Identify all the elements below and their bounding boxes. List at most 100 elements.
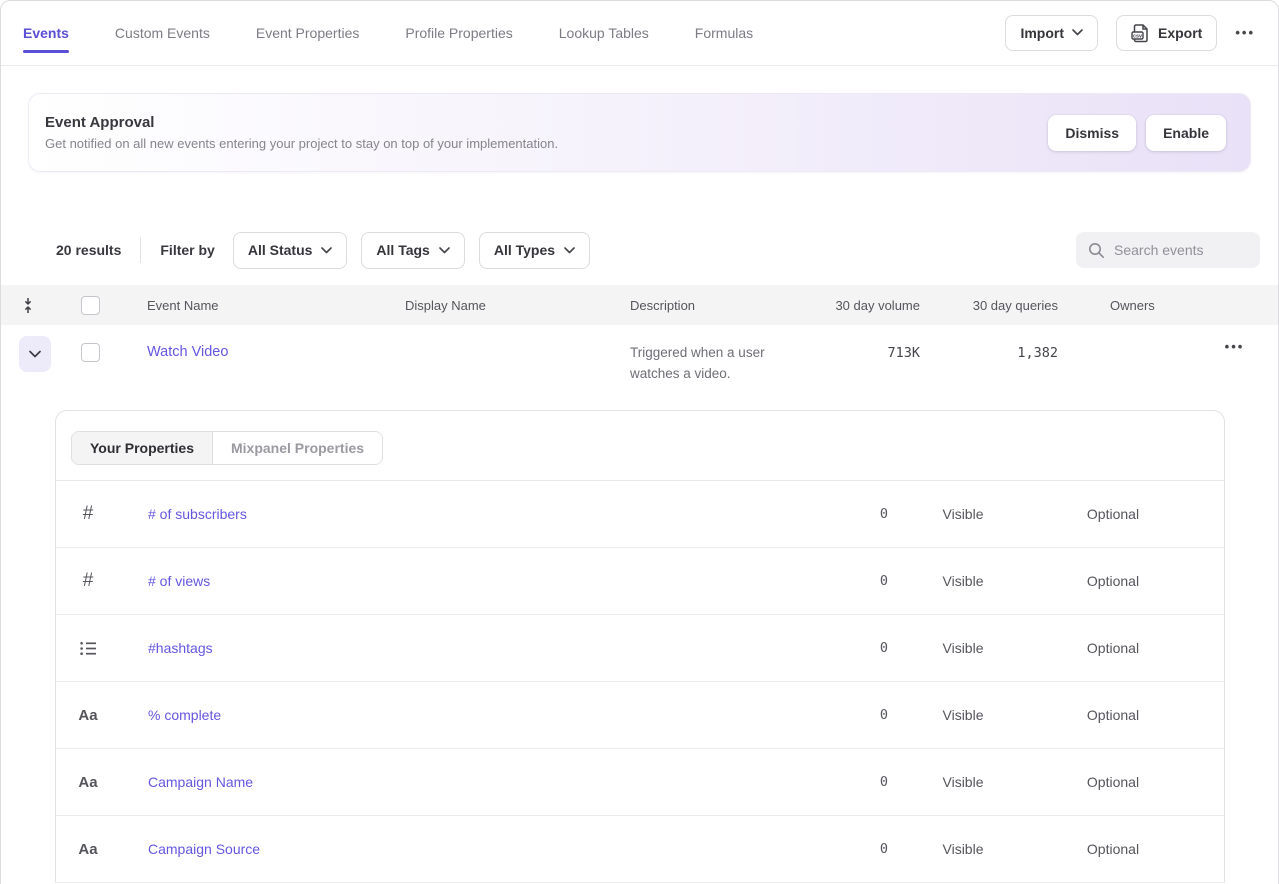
import-button[interactable]: Import [1005,15,1098,51]
property-row: Aa % complete 0 Visible Optional [56,682,1224,749]
results-count: 20 results [56,242,121,258]
property-name-link[interactable]: Campaign Name [120,774,792,790]
dismiss-button[interactable]: Dismiss [1048,115,1136,151]
property-queries-value: 0 [792,707,888,723]
banner-text: Event Approval Get notified on all new e… [45,114,558,151]
chevron-down-icon [1072,29,1083,36]
properties-tab-group: Your Properties Mixpanel Properties [71,431,383,465]
number-icon: # [83,503,94,525]
property-requirement: Optional [1038,573,1188,589]
more-options-button[interactable]: ••• [1235,25,1255,40]
event-volume-value: 713K [810,345,920,361]
search-events-input[interactable] [1114,242,1244,258]
property-requirement: Optional [1038,640,1188,656]
tags-filter-label: All Tags [376,242,429,258]
filter-row: 20 results Filter by All Status All Tags… [0,231,1279,269]
tab-event-properties[interactable]: Event Properties [256,0,360,65]
select-all-checkbox[interactable] [81,296,100,315]
property-requirement: Optional [1038,707,1188,723]
search-icon [1088,242,1105,259]
property-queries-value: 0 [792,573,888,589]
enable-button[interactable]: Enable [1146,115,1226,151]
column-event-name: Event Name [147,298,405,313]
number-icon: # [83,570,94,592]
tab-event-properties-label: Event Properties [256,25,360,41]
event-name-link[interactable]: Watch Video [147,344,405,360]
filter-by-label: Filter by [160,242,214,258]
event-table-row: Watch Video Triggered when a user watche… [0,325,1279,410]
property-name-link[interactable]: # of views [120,573,792,589]
property-queries-value: 0 [792,774,888,790]
top-navigation: Events Custom Events Event Properties Pr… [0,0,1279,66]
banner-buttons: Dismiss Enable [1048,115,1226,151]
types-filter-label: All Types [494,242,555,258]
property-name-link[interactable]: Campaign Source [120,841,792,857]
collapse-row-button[interactable] [19,336,51,372]
tab-mixpanel-properties[interactable]: Mixpanel Properties [213,432,382,464]
status-filter-dropdown[interactable]: All Status [233,232,348,269]
events-table-header: Event Name Display Name Description 30 d… [0,285,1279,325]
tab-formulas[interactable]: Formulas [695,0,753,65]
property-requirement: Optional [1038,506,1188,522]
tab-events-label: Events [23,25,69,41]
property-row: Aa Campaign Name 0 Visible Optional [56,749,1224,816]
tab-profile-properties-label: Profile Properties [405,25,512,41]
collapse-all-icon[interactable] [0,297,56,314]
status-filter-label: All Status [248,242,313,258]
banner-subtitle: Get notified on all new events entering … [45,136,558,151]
event-approval-banner: Event Approval Get notified on all new e… [28,93,1251,172]
tab-profile-properties[interactable]: Profile Properties [405,0,512,65]
csv-file-icon: csv [1131,23,1150,43]
column-owners: Owners [1058,298,1190,313]
column-description: Description [630,298,810,313]
search-events-box[interactable] [1076,232,1260,268]
property-visibility: Visible [888,573,1038,589]
property-row: # # of views 0 Visible Optional [56,548,1224,615]
chevron-down-icon [321,247,332,254]
property-name-link[interactable]: # of subscribers [120,506,792,522]
text-icon: Aa [78,707,97,724]
property-name-link[interactable]: #hashtags [120,640,792,656]
export-button[interactable]: csv Export [1116,15,1217,51]
text-icon: Aa [78,841,97,858]
row-more-options-button[interactable]: ••• [1190,339,1279,354]
column-30-day-volume: 30 day volume [810,298,920,313]
tab-custom-events[interactable]: Custom Events [115,0,210,65]
import-button-label: Import [1020,25,1064,41]
tab-formulas-label: Formulas [695,25,753,41]
property-visibility: Visible [888,841,1038,857]
types-filter-dropdown[interactable]: All Types [479,232,590,269]
row-checkbox[interactable] [81,343,100,362]
event-properties-panel: Your Properties Mixpanel Properties # # … [55,410,1225,883]
property-visibility: Visible [888,707,1038,723]
property-visibility: Visible [888,774,1038,790]
tab-your-properties[interactable]: Your Properties [72,432,213,464]
tab-lookup-tables-label: Lookup Tables [559,25,649,41]
property-name-link[interactable]: % complete [120,707,792,723]
chevron-down-icon [564,247,575,254]
property-row: Aa Campaign Source 0 Visible Optional [56,816,1224,883]
tab-lookup-tables[interactable]: Lookup Tables [559,0,649,65]
property-requirement: Optional [1038,841,1188,857]
property-requirement: Optional [1038,774,1188,790]
text-icon: Aa [78,774,97,791]
property-queries-value: 0 [792,506,888,522]
event-queries-value: 1,382 [920,345,1058,361]
export-button-label: Export [1158,25,1202,41]
property-visibility: Visible [888,640,1038,656]
column-30-day-queries: 30 day queries [920,298,1058,313]
banner-title: Event Approval [45,114,558,131]
property-row: #hashtags 0 Visible Optional [56,615,1224,682]
event-description: Triggered when a user watches a video. [630,343,810,385]
list-icon [80,641,97,656]
nav-tabs: Events Custom Events Event Properties Pr… [23,0,753,65]
property-visibility: Visible [888,506,1038,522]
tab-custom-events-label: Custom Events [115,25,210,41]
topbar-actions: Import csv Export ••• [1005,15,1255,51]
chevron-down-icon [29,350,41,358]
property-row: # # of subscribers 0 Visible Optional [56,481,1224,548]
tab-events[interactable]: Events [23,0,69,65]
svg-text:csv: csv [1133,33,1142,39]
tags-filter-dropdown[interactable]: All Tags [361,232,464,269]
property-queries-value: 0 [792,640,888,656]
